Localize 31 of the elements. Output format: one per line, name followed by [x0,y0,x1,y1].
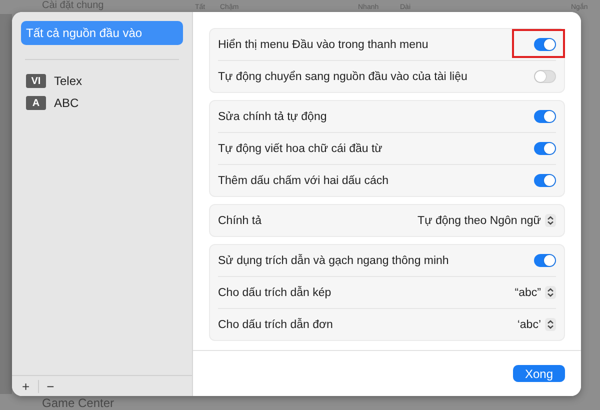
language-badge: A [26,96,46,110]
sidebar-item-label: Telex [54,74,82,88]
setting-label: Sửa chính tả tự động [218,110,327,122]
up-down-chevron-icon[interactable] [545,286,556,299]
up-down-chevron-icon[interactable] [545,318,556,331]
remove-button[interactable]: − [42,378,58,394]
popup-value[interactable]: “abc” [514,286,541,298]
sidebar-item: Game Center [42,396,114,410]
setting-label: Cho dấu trích dẫn đơn [218,318,333,330]
toggle-switch[interactable] [534,38,556,51]
setting-label: Sử dụng trích dẫn và gạch ngang thông minh [218,254,449,266]
add-button[interactable]: + [18,378,34,394]
done-button[interactable]: Xong [513,365,565,382]
window-title: Cài đặt chung [42,0,104,11]
setting-label: Chính tả [218,214,262,226]
sidebar-item[interactable]: VI Telex [21,70,183,92]
setting-label: Tự động viết hoa chữ cái đầu từ [218,142,382,154]
toggle-switch[interactable] [534,142,556,155]
setting-label: Hiển thị menu Đầu vào trong thanh menu [218,38,428,50]
language-badge: VI [26,74,46,88]
setting-label: Thêm dấu chấm với hai dấu cách [218,174,389,186]
toggle-switch[interactable] [534,254,556,267]
sidebar-item-label: ABC [54,96,79,110]
up-down-chevron-icon[interactable] [545,214,556,227]
popup-value[interactable]: ‘abc’ [517,318,541,330]
popup-value[interactable]: Tự động theo Ngôn ngữ [418,214,541,226]
toggle-switch[interactable] [534,174,556,187]
setting-label: Cho dấu trích dẫn kép [218,286,332,298]
sidebar-item[interactable]: A ABC [21,92,183,114]
setting-label: Tự động chuyển sang nguồn đầu vào của tài liệu [218,70,468,82]
toggle-switch[interactable] [534,110,556,123]
